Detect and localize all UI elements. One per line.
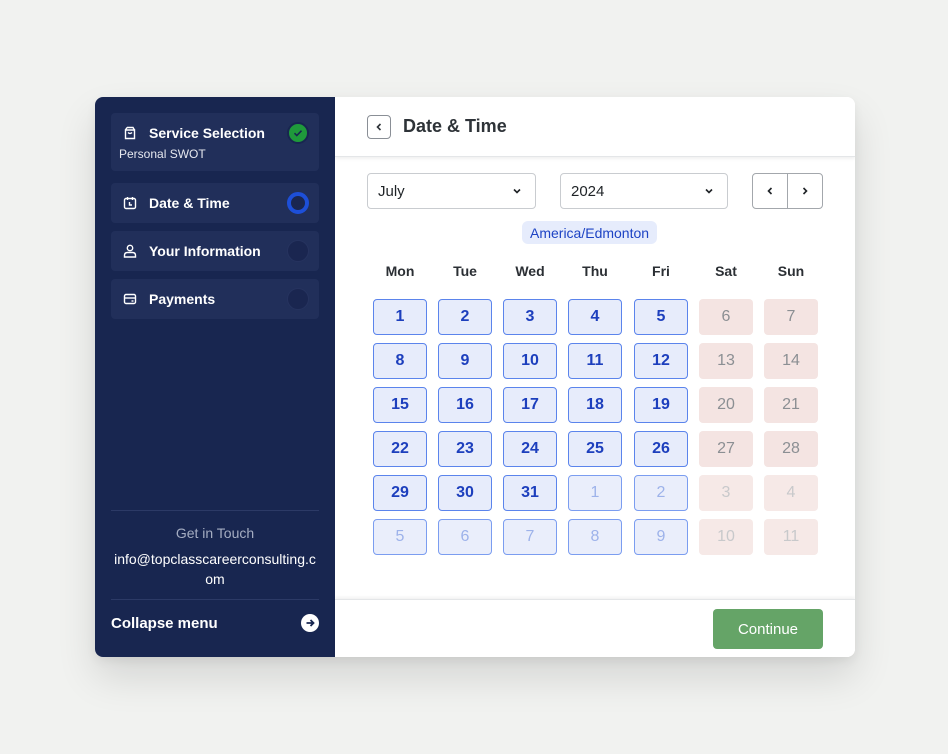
continue-button[interactable]: Continue [713, 609, 823, 649]
sidebar: Service Selection Personal SWOT Date & T… [95, 97, 335, 657]
page-title: Date & Time [403, 116, 507, 136]
chevron-left-icon [376, 122, 382, 131]
chevron-down-icon [513, 188, 521, 194]
month-select[interactable]: July [367, 173, 536, 209]
collapse-menu-label: Collapse menu [111, 614, 218, 632]
pending-step-indicator-icon [287, 240, 309, 262]
calendar-day-next-month[interactable]: 9 [634, 519, 688, 555]
calendar-clock-icon [123, 196, 137, 210]
completed-check-icon [287, 122, 309, 144]
calendar-day-next-month[interactable]: 8 [568, 519, 622, 555]
step-label: Service Selection [149, 125, 265, 141]
weekday-label: Fri [652, 263, 670, 279]
header: Date & Time [335, 97, 855, 157]
credit-card-icon [123, 292, 137, 306]
next-month-button[interactable] [787, 174, 822, 208]
active-step-indicator-icon [287, 192, 309, 214]
calendar-day-unavailable: 10 [699, 519, 753, 555]
calendar-day-unavailable: 20 [699, 387, 753, 423]
calendar-day-next-month[interactable]: 7 [503, 519, 557, 555]
arrow-right-icon [301, 614, 319, 632]
calendar-day[interactable]: 24 [503, 431, 557, 467]
calendar-day-unavailable: 13 [699, 343, 753, 379]
calendar-day[interactable]: 29 [373, 475, 427, 511]
step-label: Payments [149, 291, 216, 307]
contact-email: info@topclasscareerconsulting.com [114, 551, 316, 587]
previous-month-button[interactable] [753, 174, 787, 208]
calendar-day[interactable]: 4 [568, 299, 622, 335]
back-button[interactable] [367, 114, 391, 139]
calendar-day-next-month[interactable]: 6 [438, 519, 492, 555]
calendar-day[interactable]: 18 [568, 387, 622, 423]
calendar-day[interactable]: 12 [634, 343, 688, 379]
calendar-day[interactable]: 22 [373, 431, 427, 467]
collapse-menu-button[interactable]: Collapse menu [111, 614, 319, 632]
weekday-label: Tue [453, 263, 477, 279]
sidebar-step-date-time[interactable]: Date & Time [111, 183, 319, 223]
calendar-day[interactable]: 31 [503, 475, 557, 511]
calendar-day-unavailable: 11 [764, 519, 818, 555]
calendar-day[interactable]: 11 [568, 343, 622, 379]
calendar-day-next-month[interactable]: 5 [373, 519, 427, 555]
sidebar-step-service-selection[interactable]: Service Selection Personal SWOT [111, 113, 319, 171]
year-value: 2024 [571, 182, 605, 200]
sidebar-step-payments[interactable]: Payments [111, 279, 319, 319]
user-icon [123, 244, 137, 258]
calendar-day-next-month[interactable]: 2 [634, 475, 688, 511]
calendar-day-unavailable: 3 [699, 475, 753, 511]
calendar-day-unavailable: 14 [764, 343, 818, 379]
calendar-day[interactable]: 23 [438, 431, 492, 467]
booking-widget: Service Selection Personal SWOT Date & T… [95, 97, 855, 657]
step-label: Your Information [149, 243, 261, 259]
calendar-day[interactable]: 25 [568, 431, 622, 467]
calendar-day-unavailable: 6 [699, 299, 753, 335]
weekday-label: Sun [777, 263, 805, 279]
sidebar-step-your-information[interactable]: Your Information [111, 231, 319, 271]
weekday-label: Wed [515, 263, 545, 279]
shopping-bag-icon [123, 126, 137, 140]
calendar-day-unavailable: 27 [699, 431, 753, 467]
month-value: July [378, 182, 405, 200]
calendar-day[interactable]: 5 [634, 299, 688, 335]
weekday-label: Mon [385, 263, 415, 279]
year-select[interactable]: 2024 [560, 173, 728, 209]
calendar-day[interactable]: 10 [503, 343, 557, 379]
chevron-left-icon [767, 187, 773, 195]
timezone-badge[interactable]: America/Edmonton [522, 221, 658, 244]
weekday-label: Sat [715, 263, 737, 279]
pending-step-indicator-icon [287, 288, 309, 310]
sidebar-divider [111, 510, 319, 511]
calendar-day[interactable]: 19 [634, 387, 688, 423]
calendar-day-unavailable: 7 [764, 299, 818, 335]
calendar-day-unavailable: 28 [764, 431, 818, 467]
calendar-day-next-month[interactable]: 1 [568, 475, 622, 511]
calendar-day[interactable]: 1 [373, 299, 427, 335]
calendar-day[interactable]: 15 [373, 387, 427, 423]
calendar-day[interactable]: 17 [503, 387, 557, 423]
calendar-day[interactable]: 2 [438, 299, 492, 335]
selected-service: Personal SWOT [119, 147, 206, 161]
calendar-day[interactable]: 8 [373, 343, 427, 379]
calendar-day[interactable]: 3 [503, 299, 557, 335]
calendar-day[interactable]: 30 [438, 475, 492, 511]
contact-title: Get in Touch [175, 525, 255, 541]
chevron-right-icon [802, 187, 808, 195]
weekday-label: Thu [582, 263, 608, 279]
sidebar-divider [111, 599, 319, 600]
calendar-day[interactable]: 9 [438, 343, 492, 379]
step-label: Date & Time [149, 195, 230, 211]
calendar-day[interactable]: 26 [634, 431, 688, 467]
calendar-day-unavailable: 21 [764, 387, 818, 423]
main-panel: Date & Time July 2024 America/Edmonton M… [335, 97, 855, 657]
chevron-down-icon [705, 188, 713, 194]
calendar-day-unavailable: 4 [764, 475, 818, 511]
footer: Continue [335, 599, 855, 657]
calendar-day[interactable]: 16 [438, 387, 492, 423]
month-navigation [752, 173, 823, 209]
